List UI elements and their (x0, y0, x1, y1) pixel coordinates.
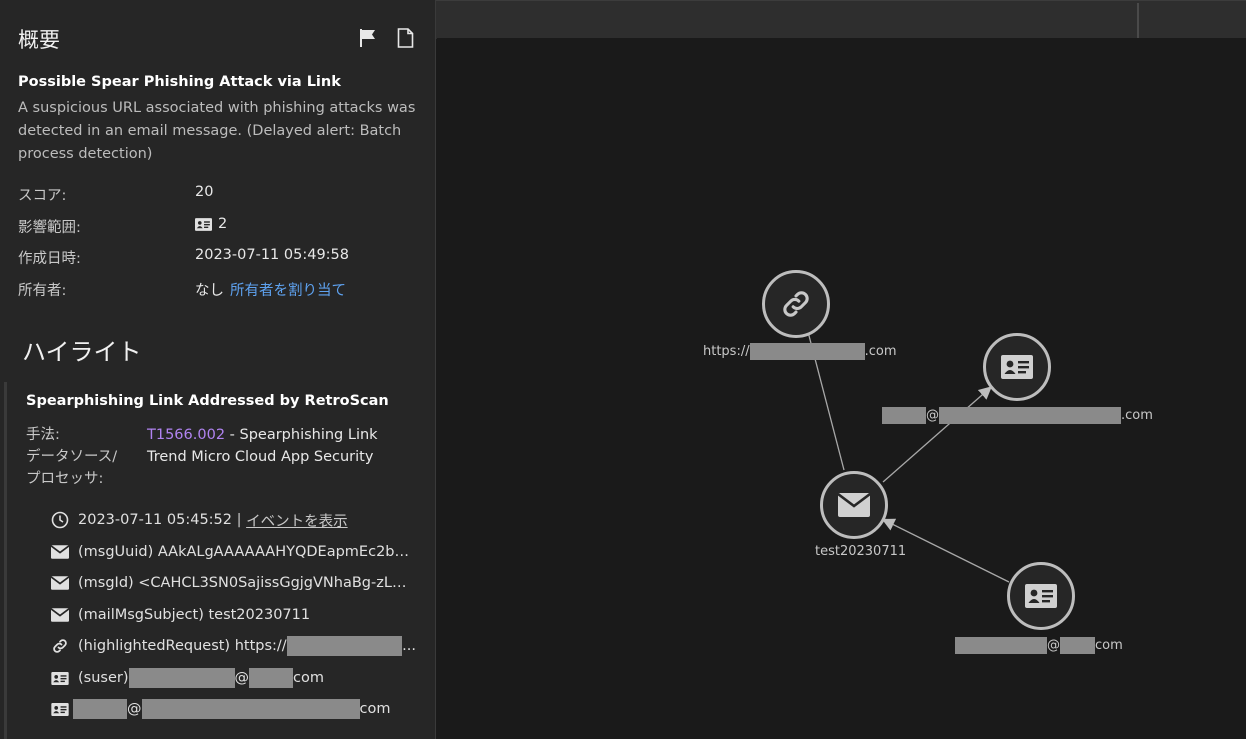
redacted-text (1060, 637, 1095, 654)
summary-panel: 概要 Possible Spear Phishing Attack via Li… (0, 0, 436, 739)
score-label: スコア: (18, 188, 67, 204)
redacted-text (939, 407, 1121, 424)
redacted-text (141, 699, 360, 719)
recipient-node-label: @ .com (882, 407, 1153, 424)
alert-description: A suspicious URL associated with phishin… (18, 100, 416, 162)
alert-title: Possible Spear Phishing Attack via Link (18, 74, 341, 90)
highlight-accent-bar (4, 382, 7, 739)
redacted-text (249, 668, 293, 688)
graph-edges (806, 327, 1010, 583)
url-node[interactable] (762, 270, 830, 338)
recipient-user-node[interactable] (983, 333, 1051, 401)
datasource-label: データソース/ プロセッサ: (26, 449, 118, 487)
view-event-link[interactable]: イベントを表示 (246, 510, 348, 531)
graph-canvas[interactable]: https://.com @ .com test20230711 @ com (437, 38, 1246, 739)
suser-row: (suser) @ com (50, 667, 416, 689)
mail-icon (50, 573, 70, 593)
event-time-row: 2023-07-11 05:45:52 | イベントを表示 (50, 509, 416, 531)
highlights-title: ハイライト (22, 338, 142, 366)
id-card-icon (1001, 355, 1033, 379)
email-node-label: test20230711 (815, 544, 907, 559)
owner-value: なし 所有者を割り当て (195, 279, 346, 300)
assign-owner-link[interactable]: 所有者を割り当て (230, 279, 346, 300)
created-label: 作成日時: (18, 251, 81, 267)
id-card-icon (1025, 584, 1057, 608)
id-card-icon (50, 668, 70, 688)
mail-icon (838, 493, 870, 517)
clock-icon (50, 510, 70, 530)
id-card-icon (50, 699, 70, 719)
impact-value: 2 (195, 216, 227, 232)
edge-email-recipient (882, 386, 992, 483)
technique-label: 手法: (26, 427, 60, 443)
redacted-text (73, 699, 127, 719)
redacted-text (749, 343, 865, 360)
link-icon (783, 291, 809, 317)
msg-uuid-row: (msgUuid) AAkALgAAAAAAHYQDEapmEc2byAAAAA… (50, 541, 416, 563)
email-node[interactable] (820, 471, 888, 539)
technique-id-link[interactable]: T1566.002 (147, 427, 225, 443)
owner-label: 所有者: (18, 283, 67, 299)
sender-user-node[interactable] (1007, 562, 1075, 630)
top-toolbar (436, 0, 1246, 39)
recipient-row: @ com (50, 698, 416, 720)
impact-label: 影響範囲: (18, 220, 81, 236)
link-icon (50, 636, 70, 656)
msg-id-row: (msgId) <CAHCL3SN0SajissGgjgVNhaBg-zLB_B… (50, 572, 416, 594)
flag-icon[interactable] (358, 28, 378, 48)
sender-node-label: @ com (955, 637, 1123, 654)
id-card-icon (195, 217, 212, 231)
highlight-item-title: Spearphishing Link Addressed by RetroSca… (26, 393, 389, 409)
toolbar-divider (1137, 3, 1139, 39)
redacted-text (286, 636, 403, 656)
subject-row: (mailMsgSubject) test20230711 (50, 604, 416, 626)
url-node-label: https://.com (703, 343, 897, 360)
summary-title: 概要 (18, 28, 60, 52)
mail-icon (50, 605, 70, 625)
mail-icon (50, 542, 70, 562)
created-value: 2023-07-11 05:49:58 (195, 247, 349, 263)
document-icon[interactable] (395, 28, 415, 48)
redacted-text (882, 407, 926, 424)
score-value: 20 (195, 184, 214, 200)
request-row: (highlightedRequest) https://... (50, 635, 416, 657)
redacted-text (955, 637, 1047, 654)
technique-value: T1566.002 - Spearphishing Link (147, 427, 378, 443)
redacted-text (128, 668, 235, 688)
datasource-value: Trend Micro Cloud App Security (147, 449, 374, 465)
